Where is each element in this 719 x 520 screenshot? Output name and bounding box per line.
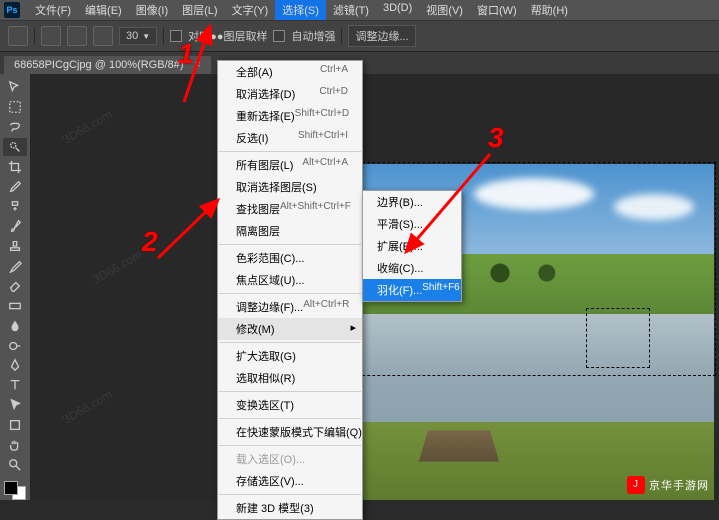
blur-tool[interactable] xyxy=(3,316,27,335)
menu-item[interactable]: 色彩范围(C)... xyxy=(218,247,362,269)
brand-watermark: J京华手游网 xyxy=(627,476,709,494)
history-brush-tool[interactable] xyxy=(3,257,27,276)
menu-item[interactable]: 存储选区(V)... xyxy=(218,470,362,492)
quick-select-tool[interactable] xyxy=(3,138,27,157)
tool-preset-icon[interactable] xyxy=(8,26,28,46)
menu-item[interactable]: 重新选择(E)Shift+Ctrl+D xyxy=(218,105,362,127)
menu-item: 载入选区(O)... xyxy=(218,448,362,470)
color-swatches[interactable] xyxy=(4,481,26,500)
menu-帮助[interactable]: 帮助(H) xyxy=(524,0,575,20)
menu-编辑[interactable]: 编辑(E) xyxy=(78,0,129,20)
menu-item[interactable]: 焦点区域(U)... xyxy=(218,269,362,291)
menu-item[interactable]: 新建 3D 模型(3) xyxy=(218,497,362,519)
menu-item[interactable]: 所有图层(L)Alt+Ctrl+A xyxy=(218,154,362,176)
menu-item[interactable]: 全部(A)Ctrl+A xyxy=(218,61,362,83)
pen-tool[interactable] xyxy=(3,356,27,375)
submenu-item[interactable]: 收缩(C)... xyxy=(363,257,461,279)
menu-3D[interactable]: 3D(D) xyxy=(376,0,419,20)
auto-enhance-label: 自动增强 xyxy=(291,28,335,44)
lasso-tool[interactable] xyxy=(3,118,27,137)
marquee-tool[interactable] xyxy=(3,98,27,117)
tools-panel xyxy=(0,74,30,500)
menu-item[interactable]: 扩大选取(G) xyxy=(218,345,362,367)
menu-item[interactable]: 修改(M) xyxy=(218,318,362,340)
crop-tool[interactable] xyxy=(3,157,27,176)
select-menu-dropdown[interactable]: 全部(A)Ctrl+A取消选择(D)Ctrl+D重新选择(E)Shift+Ctr… xyxy=(217,60,363,520)
menu-窗口[interactable]: 窗口(W) xyxy=(470,0,524,20)
stamp-tool[interactable] xyxy=(3,237,27,256)
menu-图像[interactable]: 图像(I) xyxy=(129,0,175,20)
shape-tool[interactable] xyxy=(3,416,27,435)
ps-logo: Ps xyxy=(4,2,20,18)
gradient-tool[interactable] xyxy=(3,296,27,315)
eyedropper-tool[interactable] xyxy=(3,177,27,196)
menu-文字[interactable]: 文字(Y) xyxy=(225,0,276,20)
menu-item[interactable]: 变换选区(T) xyxy=(218,394,362,416)
type-tool[interactable] xyxy=(3,376,27,395)
menu-item[interactable]: 反选(I)Shift+Ctrl+I xyxy=(218,127,362,149)
menu-bar: Ps 文件(F)编辑(E)图像(I)图层(L)文字(Y)选择(S)滤镜(T)3D… xyxy=(0,0,719,20)
menu-item[interactable]: 取消选择(D)Ctrl+D xyxy=(218,83,362,105)
menu-视图[interactable]: 视图(V) xyxy=(419,0,470,20)
healing-brush-tool[interactable] xyxy=(3,197,27,216)
menu-item[interactable]: 取消选择图层(S) xyxy=(218,176,362,198)
menu-item[interactable]: 隔离图层 xyxy=(218,220,362,242)
hand-tool[interactable] xyxy=(3,435,27,454)
refine-edge-button[interactable]: 调整边缘... xyxy=(348,25,415,47)
zoom-tool[interactable] xyxy=(3,455,27,474)
menu-文件[interactable]: 文件(F) xyxy=(28,0,78,20)
auto-enhance-checkbox[interactable] xyxy=(273,30,285,42)
dodge-tool[interactable] xyxy=(3,336,27,355)
move-tool[interactable] xyxy=(3,78,27,97)
path-select-tool[interactable] xyxy=(3,396,27,415)
menu-图层[interactable]: 图层(L) xyxy=(175,0,224,20)
menu-滤镜[interactable]: 滤镜(T) xyxy=(326,0,376,20)
menu-item[interactable]: 查找图层Alt+Shift+Ctrl+F xyxy=(218,198,362,220)
menu-item[interactable]: 调整边缘(F)...Alt+Ctrl+R xyxy=(218,296,362,318)
eraser-tool[interactable] xyxy=(3,277,27,296)
submenu-item[interactable]: 羽化(F)...Shift+F6 xyxy=(363,279,461,301)
menu-item[interactable]: 选取相似(R) xyxy=(218,367,362,389)
brush-tool[interactable] xyxy=(3,217,27,236)
selection-marquee xyxy=(586,308,650,368)
menu-item[interactable]: 在快速蒙版模式下编辑(Q) xyxy=(218,421,362,443)
menu-选择[interactable]: 选择(S) xyxy=(275,0,326,20)
